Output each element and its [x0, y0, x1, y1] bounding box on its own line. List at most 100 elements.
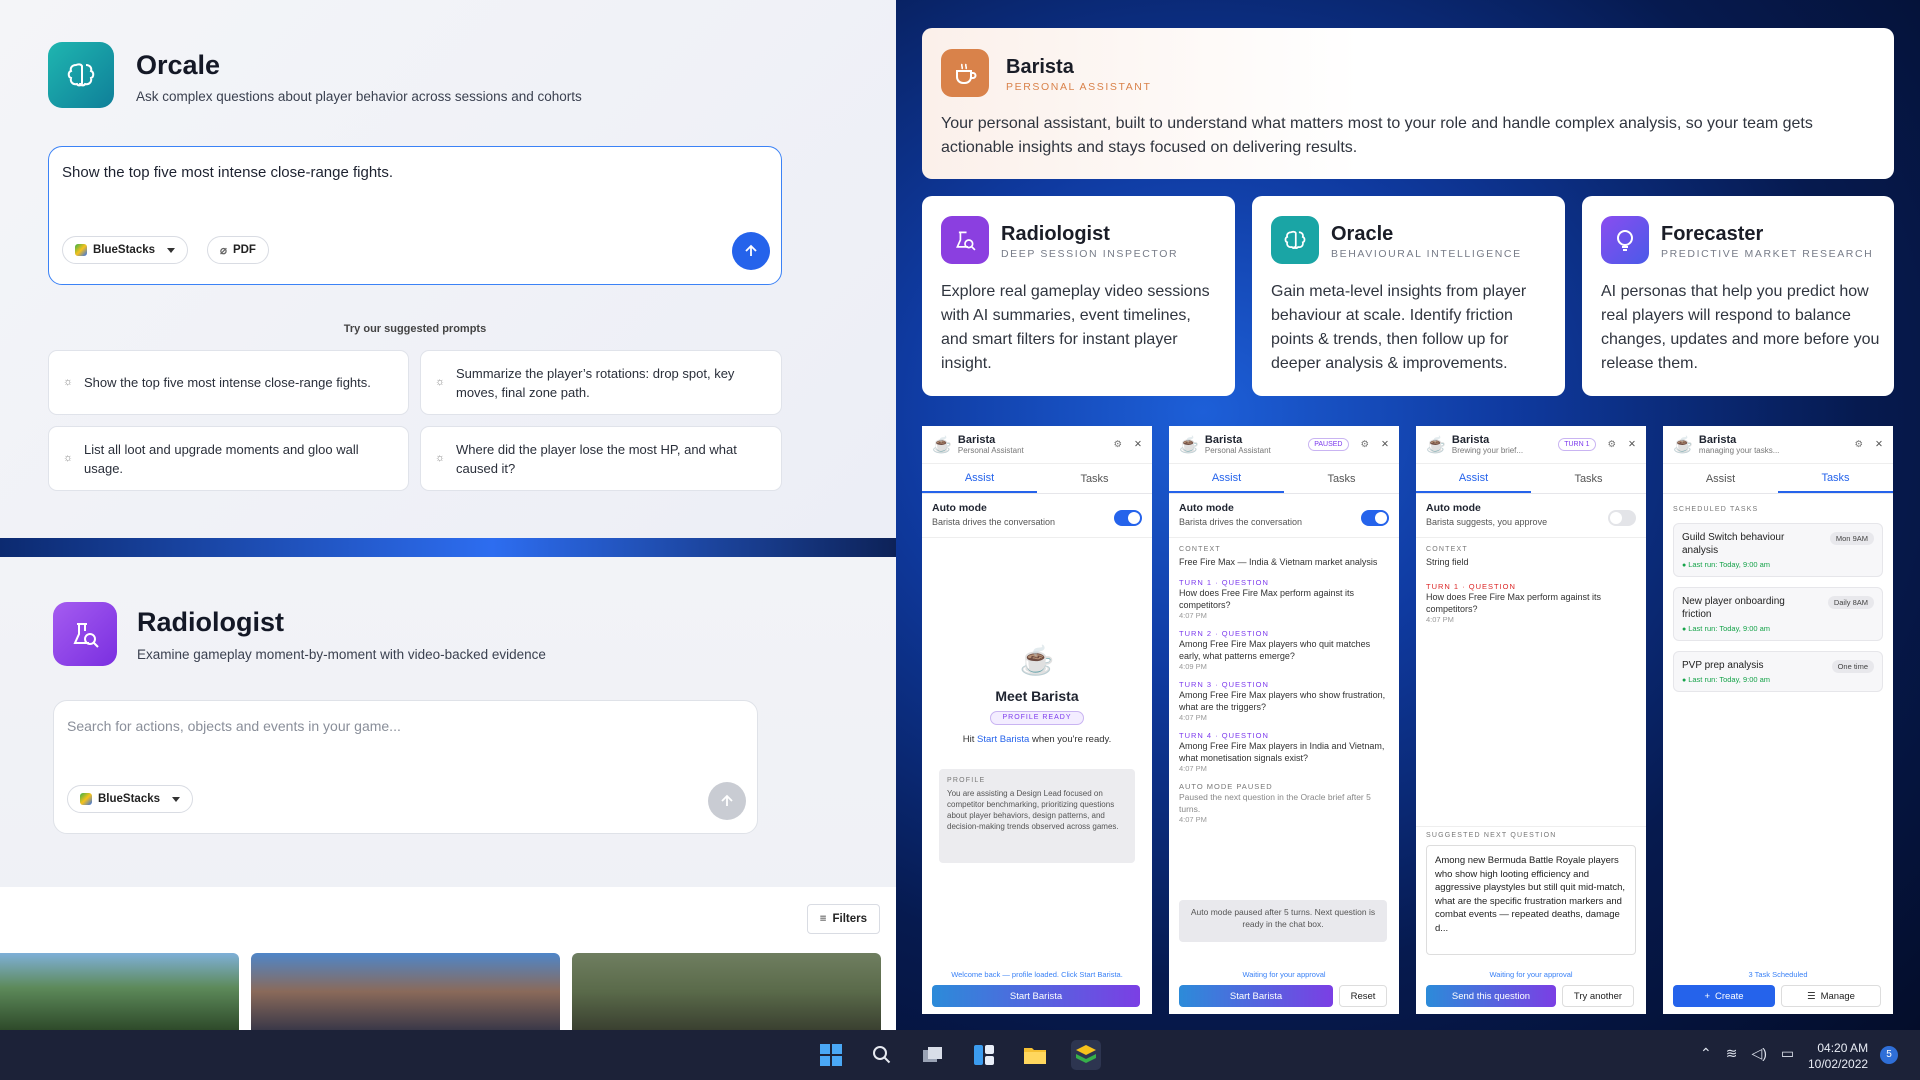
task-item[interactable]: PVP prep analysis One time Last run: Today…: [1673, 651, 1883, 692]
suggested-prompt[interactable]: ☼ List all loot and upgrade moments and g…: [48, 426, 409, 491]
close-icon[interactable]: ✕: [1875, 439, 1883, 450]
send-button[interactable]: [732, 232, 770, 270]
manage-tasks-button[interactable]: ☰ Manage: [1781, 985, 1881, 1007]
tab-tasks[interactable]: Tasks: [1778, 464, 1893, 493]
auto-mode-toggle[interactable]: [1361, 510, 1389, 526]
suggested-prompt[interactable]: ☼ Where did the player lose the most HP, …: [420, 426, 782, 491]
file-explorer-icon[interactable]: [1020, 1040, 1050, 1070]
card-title: Radiologist: [1001, 223, 1110, 245]
panel-subtitle: Personal Assistant: [1204, 446, 1271, 455]
task-item[interactable]: New player onboarding friction Daily 8AM L…: [1673, 587, 1883, 641]
panel-title: Barista: [957, 434, 996, 446]
filters-button[interactable]: ≡ Filters: [806, 904, 880, 934]
suggested-prompt[interactable]: ☼ Show the top five most intense close-ra…: [48, 350, 409, 415]
barista-panel-intro: ☕ Barista Personal Assistant ⚙ ✕ Assist Ta…: [922, 426, 1152, 1014]
bluestacks-icon[interactable]: [1071, 1040, 1101, 1070]
battery-icon[interactable]: ▭: [1781, 1045, 1794, 1062]
forecaster-card[interactable]: Forecaster PREDICTIVE MARKET RESEARCH AI…: [1582, 196, 1894, 396]
barista-panel-tasks: ☕ Barista managing your tasks... ⚙ ✕ Assi…: [1663, 426, 1893, 1014]
start-link[interactable]: Start Barista: [977, 734, 1029, 745]
notification-badge[interactable]: 5: [1880, 1046, 1898, 1064]
video-thumbnail[interactable]: [572, 953, 881, 1030]
task-last-run: Last run: Today, 9:00 am: [1682, 624, 1874, 633]
close-icon[interactable]: ✕: [1381, 439, 1389, 450]
create-task-button[interactable]: + Create: [1673, 985, 1775, 1007]
tab-assist[interactable]: Assist: [922, 464, 1037, 493]
video-thumbnail[interactable]: [251, 953, 560, 1030]
source-dropdown[interactable]: BlueStacks: [67, 785, 194, 813]
task-item[interactable]: Guild Switch behaviour analysis Mon 9AM La…: [1673, 523, 1883, 577]
page-subtitle: Ask complex questions about player behav…: [136, 89, 582, 104]
gear-icon[interactable]: ⚙: [1608, 439, 1617, 450]
auto-mode-toggle[interactable]: [1114, 510, 1142, 526]
search-input[interactable]: Search for actions, objects and events i…: [67, 718, 401, 734]
panel-footer: 3 Task Scheduled: [1748, 970, 1808, 979]
tab-tasks[interactable]: Tasks: [1284, 464, 1399, 493]
close-icon[interactable]: ✕: [1628, 439, 1636, 450]
search-icon[interactable]: [867, 1040, 897, 1070]
query-box[interactable]: Show the top five most intense close-ran…: [48, 146, 782, 285]
conversation-log: CONTEXT String field TURN 1 · QUESTION H…: [1416, 538, 1646, 624]
search-box[interactable]: Search for actions, objects and events i…: [53, 700, 758, 834]
suggested-prompt[interactable]: ☼ Summarize the player’s rotations: drop …: [420, 350, 782, 415]
coffee-icon: ☕: [1179, 436, 1199, 454]
turn-time: 4:07 PM: [1179, 611, 1207, 620]
radiologist-card[interactable]: Radiologist DEEP SESSION INSPECTOR Explo…: [922, 196, 1235, 396]
card-title: Forecaster: [1661, 223, 1764, 245]
card-description: Explore real gameplay video sessions wit…: [941, 283, 1210, 372]
card-subtitle: PREDICTIVE MARKET RESEARCH: [1661, 248, 1874, 260]
gear-icon[interactable]: ⚙: [1114, 439, 1123, 450]
coffee-icon: ☕: [1019, 645, 1055, 676]
attach-pdf-button[interactable]: ⌀ PDF: [207, 236, 269, 264]
radiologist-window: Radiologist Examine gameplay moment-by-m…: [0, 557, 896, 1030]
hint-text: when you're ready.: [1029, 734, 1112, 745]
turn-item: TURN 1 · QUESTION How does Free Fire Max …: [1179, 578, 1389, 620]
panel-footer: Waiting for your approval: [1489, 970, 1573, 979]
gear-icon[interactable]: ⚙: [1361, 439, 1370, 450]
panel-subtitle: Personal Assistant: [957, 446, 1024, 455]
source-dropdown[interactable]: BlueStacks: [62, 236, 189, 264]
taskbar-apps: [816, 1040, 1101, 1070]
send-button[interactable]: [708, 782, 746, 820]
lightbulb-icon: ☼: [435, 452, 446, 464]
panel-subtitle: Brewing your brief...: [1451, 446, 1524, 455]
section-label: SCHEDULED TASKS: [1673, 506, 1759, 513]
auto-mode-toggle[interactable]: [1608, 510, 1636, 526]
gear-icon[interactable]: ⚙: [1855, 439, 1864, 450]
tab-assist[interactable]: Assist: [1663, 464, 1778, 493]
clock[interactable]: 04:20 AM 10/02/2022: [1808, 1040, 1868, 1072]
task-name: Guild Switch behaviour analysis: [1682, 532, 1785, 556]
reset-button[interactable]: Reset: [1339, 985, 1387, 1007]
volume-icon[interactable]: ◁): [1751, 1045, 1766, 1062]
turn-question: Among Free Fire Max players who show fru…: [1179, 690, 1386, 712]
suggested-question-input[interactable]: Among new Bermuda Battle Royale players …: [1426, 845, 1636, 955]
results-area: ≡ Filters: [0, 887, 896, 1030]
clock-time: 04:20 AM: [1817, 1041, 1869, 1055]
filter-icon: ≡: [819, 913, 827, 925]
wifi-icon[interactable]: ≋: [1726, 1045, 1738, 1062]
chevron-up-icon[interactable]: ⌃: [1700, 1045, 1712, 1062]
tab-tasks[interactable]: Tasks: [1037, 464, 1152, 493]
video-thumbnail[interactable]: [0, 953, 239, 1030]
widgets-icon[interactable]: [969, 1040, 999, 1070]
tab-assist[interactable]: Assist: [1169, 464, 1284, 493]
start-barista-button[interactable]: Start Barista: [1179, 985, 1333, 1007]
conversation-log: CONTEXT Free Fire Max — India & Vietnam …: [1169, 538, 1399, 824]
tab-tasks[interactable]: Tasks: [1531, 464, 1646, 493]
turn-item: AUTO MODE PAUSED Paused the next question…: [1179, 782, 1389, 824]
windows-start-icon[interactable]: [816, 1040, 846, 1070]
tab-assist[interactable]: Assist: [1416, 464, 1531, 493]
oracle-card[interactable]: Oracle BEHAVIOURAL INTELLIGENCE Gain met…: [1252, 196, 1565, 396]
barista-card[interactable]: Barista PERSONAL ASSISTANT Your personal…: [922, 28, 1894, 179]
turn-time: 4:07 PM: [1179, 815, 1207, 824]
task-view-icon[interactable]: [918, 1040, 948, 1070]
auto-mode-desc: Barista drives the conversation: [932, 517, 1056, 527]
try-another-button[interactable]: Try another: [1562, 985, 1634, 1007]
microscope-search-icon: [941, 216, 989, 264]
send-question-button[interactable]: Send this question: [1426, 985, 1556, 1007]
prompt-text: Show the top five most intense close-ran…: [84, 375, 371, 390]
query-input[interactable]: Show the top five most intense close-ran…: [62, 164, 393, 181]
close-icon[interactable]: ✕: [1134, 439, 1142, 450]
start-barista-button[interactable]: Start Barista: [932, 985, 1140, 1007]
auto-mode-label: Auto mode: [1179, 502, 1234, 514]
